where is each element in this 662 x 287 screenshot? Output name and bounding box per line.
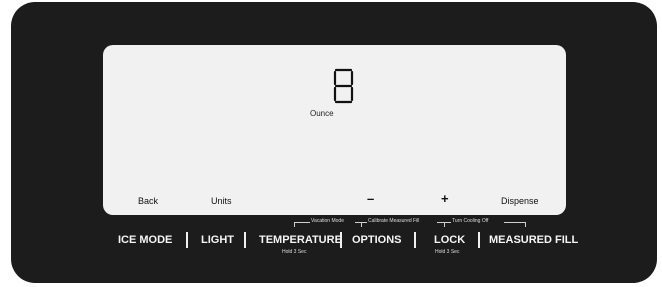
dispense-softkey[interactable]: Dispense xyxy=(501,196,539,206)
vacation-mode-hint: Vacation Mode xyxy=(311,218,344,224)
temperature-hold-hint: Hold 3 Sec xyxy=(282,249,307,255)
light-button[interactable]: LIGHT xyxy=(201,234,234,246)
plus-softkey[interactable]: + xyxy=(441,191,449,206)
calibrate-hint: Calibrate Measured Fill xyxy=(368,218,420,224)
ice-mode-button[interactable]: ICE MODE xyxy=(118,234,172,246)
divider xyxy=(340,232,342,248)
turn-cooling-off-hint: Turn Cooling Off xyxy=(452,218,489,224)
lcd-display: Ounce Back Units – + Dispense xyxy=(103,45,566,215)
seven-segment-digit xyxy=(333,68,354,104)
lock-button[interactable]: LOCK xyxy=(434,234,465,246)
units-softkey[interactable]: Units xyxy=(211,196,232,206)
temperature-button[interactable]: TEMPERATURE xyxy=(259,234,342,246)
unit-label: Ounce xyxy=(310,109,334,118)
secondary-function-hints: Vacation Mode Calibrate Measured Fill Tu… xyxy=(0,218,662,230)
back-softkey[interactable]: Back xyxy=(138,196,158,206)
lock-hold-hint: Hold 3 Sec xyxy=(435,249,460,255)
options-button[interactable]: OPTIONS xyxy=(352,234,402,246)
divider xyxy=(186,232,188,248)
measured-fill-button[interactable]: MEASURED FILL xyxy=(489,234,578,246)
divider xyxy=(478,232,480,248)
divider xyxy=(414,232,416,248)
minus-softkey[interactable]: – xyxy=(367,191,374,206)
divider xyxy=(244,232,246,248)
